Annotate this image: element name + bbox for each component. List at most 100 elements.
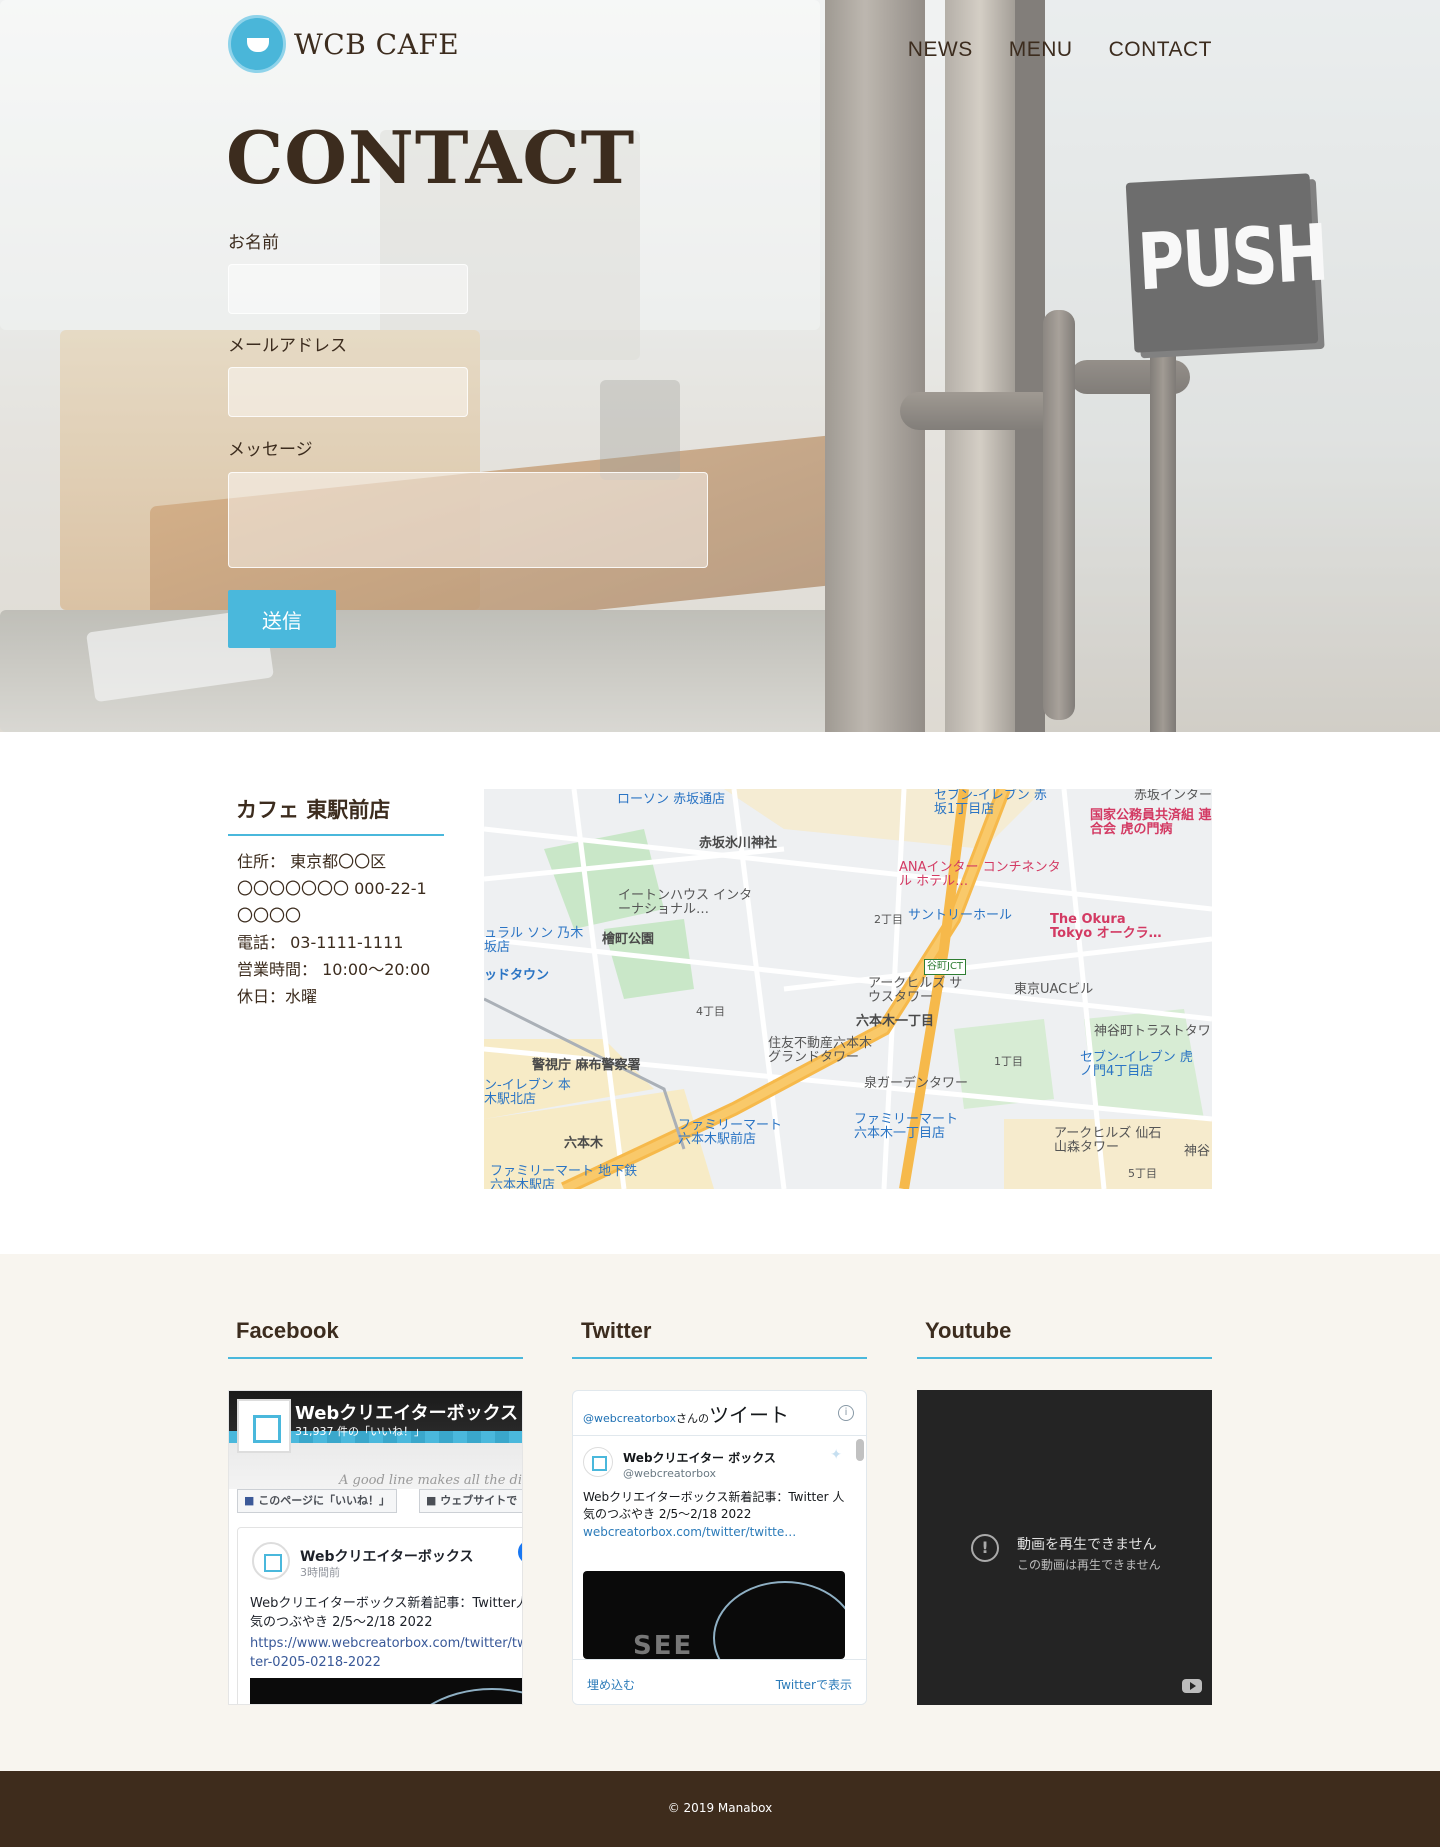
email-input[interactable] [228, 367, 468, 417]
name-input[interactable] [228, 264, 468, 314]
post-avatar[interactable] [252, 1542, 290, 1580]
map-label: ファミリーマート 六本木駅前店 [678, 1118, 783, 1147]
map-label: 1丁目 [994, 1055, 1023, 1068]
map-label: 住友不動産六本木 グランドタワー [768, 1036, 873, 1065]
twitter-header: @webcreatorboxさんのツイート [583, 1399, 789, 1428]
site-logo[interactable]: WCB CAFE [228, 15, 459, 73]
twitter-heading: ツイート [709, 1403, 790, 1427]
facebook-title: Facebook [236, 1318, 339, 1343]
twitter-widget[interactable]: @webcreatorboxさんのツイート i Webクリエイター ボックス @… [572, 1390, 867, 1705]
facebook-site-button[interactable]: ■ ウェブサイトで [419, 1489, 522, 1513]
site-footer: © 2019 Manabox [0, 1771, 1440, 1847]
facebook-likes: 31,937 件の「いいね！」 [295, 1425, 425, 1438]
twitter-footer: 埋め込む Twitterで表示 [573, 1659, 866, 1704]
tweet-link[interactable]: webcreatorbox.com/twitter/twitte… [583, 1525, 796, 1539]
like-button-label: このページに「いいね！」 [258, 1494, 391, 1507]
map-label: 神谷町トラストタワ [1094, 1024, 1211, 1039]
facebook-post[interactable]: Webクリエイターボックス 3時間前 f Webクリエイターボックス新着記事：T… [237, 1527, 523, 1704]
submit-button[interactable]: 送信 [228, 590, 336, 648]
tweet-avatar[interactable] [583, 1447, 613, 1477]
map-label: 2丁目 [874, 913, 903, 926]
twitter-title: Twitter [581, 1318, 652, 1343]
tweet-user-name[interactable]: Webクリエイター ボックス [623, 1449, 776, 1466]
facebook-widget[interactable]: A good line makes all the di Webクリエイターボッ… [228, 1390, 523, 1705]
map-label: ファミリーマート 六本木一丁目店 [854, 1112, 959, 1141]
google-map[interactable]: ローソン 赤坂通店 赤坂氷川神社 セブン-イレブン 赤坂1丁目店 赤坂インターシ… [484, 789, 1212, 1189]
tweet-text: Webクリエイターボックス新着記事：Twitter 人気のつぶやき 2/5〜2/… [583, 1490, 845, 1521]
copyright: © 2019 Manabox [667, 1801, 773, 1815]
view-on-twitter-link[interactable]: Twitterで表示 [776, 1676, 852, 1693]
facebook-like-button[interactable]: ■ このページに「いいね！」 [237, 1489, 398, 1513]
post-author[interactable]: Webクリエイターボックス [300, 1546, 473, 1566]
message-textarea[interactable] [228, 472, 708, 568]
youtube-divider [917, 1357, 1212, 1359]
post-image[interactable] [250, 1678, 522, 1704]
map-label: The Okura Tokyo オークラ… [1050, 912, 1162, 941]
map-label: 東京UACビル [1014, 982, 1094, 997]
bag-icon: ■ [426, 1494, 441, 1507]
map-label: サントリーホール [908, 908, 1013, 923]
shop-address: 住所： 東京都〇〇区 [237, 852, 387, 871]
error-icon: ! [971, 1534, 999, 1562]
embed-link[interactable]: 埋め込む [587, 1676, 635, 1693]
map-label: 赤坂インターシ [1134, 789, 1212, 803]
map-label: 六本木 [564, 1136, 604, 1151]
post-text: Webクリエイターボックス新着記事：Twitter人気のつぶやき 2/5〜2/1… [250, 1596, 523, 1630]
map-label: 六本木一丁目 [856, 1014, 935, 1029]
map-label: 檜町公園 [602, 932, 655, 947]
youtube-player[interactable]: ! 動画を再生できません この動画は再生できません [917, 1390, 1212, 1705]
map-label: 谷町JCT [924, 959, 967, 975]
name-label: お名前 [228, 233, 279, 253]
post-link[interactable]: https://www.webcreatorbox.com/twitter/tw… [250, 1634, 522, 1672]
map-label: ュラル ソン 乃木坂店 [484, 926, 584, 955]
map-label: 国家公務員共済組 連合会 虎の門病 [1090, 808, 1212, 837]
facebook-divider [228, 1357, 523, 1359]
twitter-handle-link[interactable]: @webcreatorbox [583, 1412, 676, 1425]
facebook-page-name[interactable]: Webクリエイターボックス [295, 1399, 518, 1425]
shop-hours: 営業時間： 10:00〜20:00 [237, 960, 431, 979]
facebook-f-icon: ■ [244, 1494, 259, 1507]
nav-menu[interactable]: MENU [1009, 38, 1073, 62]
map-label: 4丁目 [696, 1005, 725, 1018]
page-title: CONTACT [226, 115, 636, 200]
tweet-image[interactable]: SEE [583, 1571, 845, 1659]
hero-overlay [0, 0, 1440, 732]
tweet-user-handle[interactable]: @webcreatorbox [623, 1467, 716, 1480]
site-button-label: ウェブサイトで [440, 1494, 518, 1507]
video-error-title: 動画を再生できません [1017, 1537, 1157, 1553]
info-icon[interactable]: i [838, 1405, 854, 1421]
main-nav: NEWS MENU CONTACT [908, 38, 1212, 62]
map-label: 5丁目 [1128, 1167, 1157, 1180]
map-label: ン-イレブン 本木駅北店 [484, 1078, 571, 1107]
shop-phone: 電話： 03-1111-1111 [237, 933, 404, 952]
cover-script-text: A good line makes all the di [338, 1473, 522, 1488]
hero-background: PUSH [0, 0, 1440, 732]
tweet-image-text: SEE [633, 1631, 694, 1659]
map-label: 赤坂氷川神社 [699, 836, 778, 851]
twitter-bird-icon[interactable]: ✦ [830, 1447, 842, 1463]
youtube-logo-icon[interactable] [1182, 1679, 1202, 1693]
post-time[interactable]: 3時間前 [300, 1564, 340, 1580]
shop-holiday: 休日：水曜 [237, 987, 318, 1006]
map-label: 警視庁 麻布警察署 [532, 1058, 641, 1073]
map-label: イートンハウス インターナショナル… [618, 888, 753, 917]
video-error-subtitle: この動画は再生できません [1017, 1558, 1161, 1572]
shop-name: カフェ 東駅前店 [236, 798, 391, 822]
youtube-title: Youtube [925, 1318, 1012, 1343]
map-label: セブン-イレブン 虎ノ門4丁目店 [1080, 1050, 1193, 1079]
map-label: 神谷 [1184, 1144, 1211, 1159]
map-label: アークヒルズ サウスタワー [868, 976, 963, 1005]
shop-address-line: 〇〇〇〇 [237, 906, 302, 925]
logo-text: WCB CAFE [294, 27, 460, 61]
map-label: ファミリーマート 地下鉄六本木駅店 [490, 1164, 638, 1190]
shop-address-line: 〇〇〇〇〇〇〇 000-22-1 [237, 879, 427, 898]
facebook-logo-icon: f [518, 1540, 522, 1564]
map-label: ローソン 赤坂通店 [617, 792, 726, 807]
cafe-cup-icon [228, 15, 286, 73]
nav-contact[interactable]: CONTACT [1109, 38, 1212, 62]
map-label: アークヒルズ 仙石山森タワー [1054, 1126, 1162, 1155]
nav-news[interactable]: NEWS [908, 38, 973, 62]
facebook-avatar[interactable] [237, 1399, 291, 1453]
map-label: 泉ガーデンタワー [864, 1076, 969, 1091]
twitter-scrollbar[interactable] [856, 1439, 864, 1461]
